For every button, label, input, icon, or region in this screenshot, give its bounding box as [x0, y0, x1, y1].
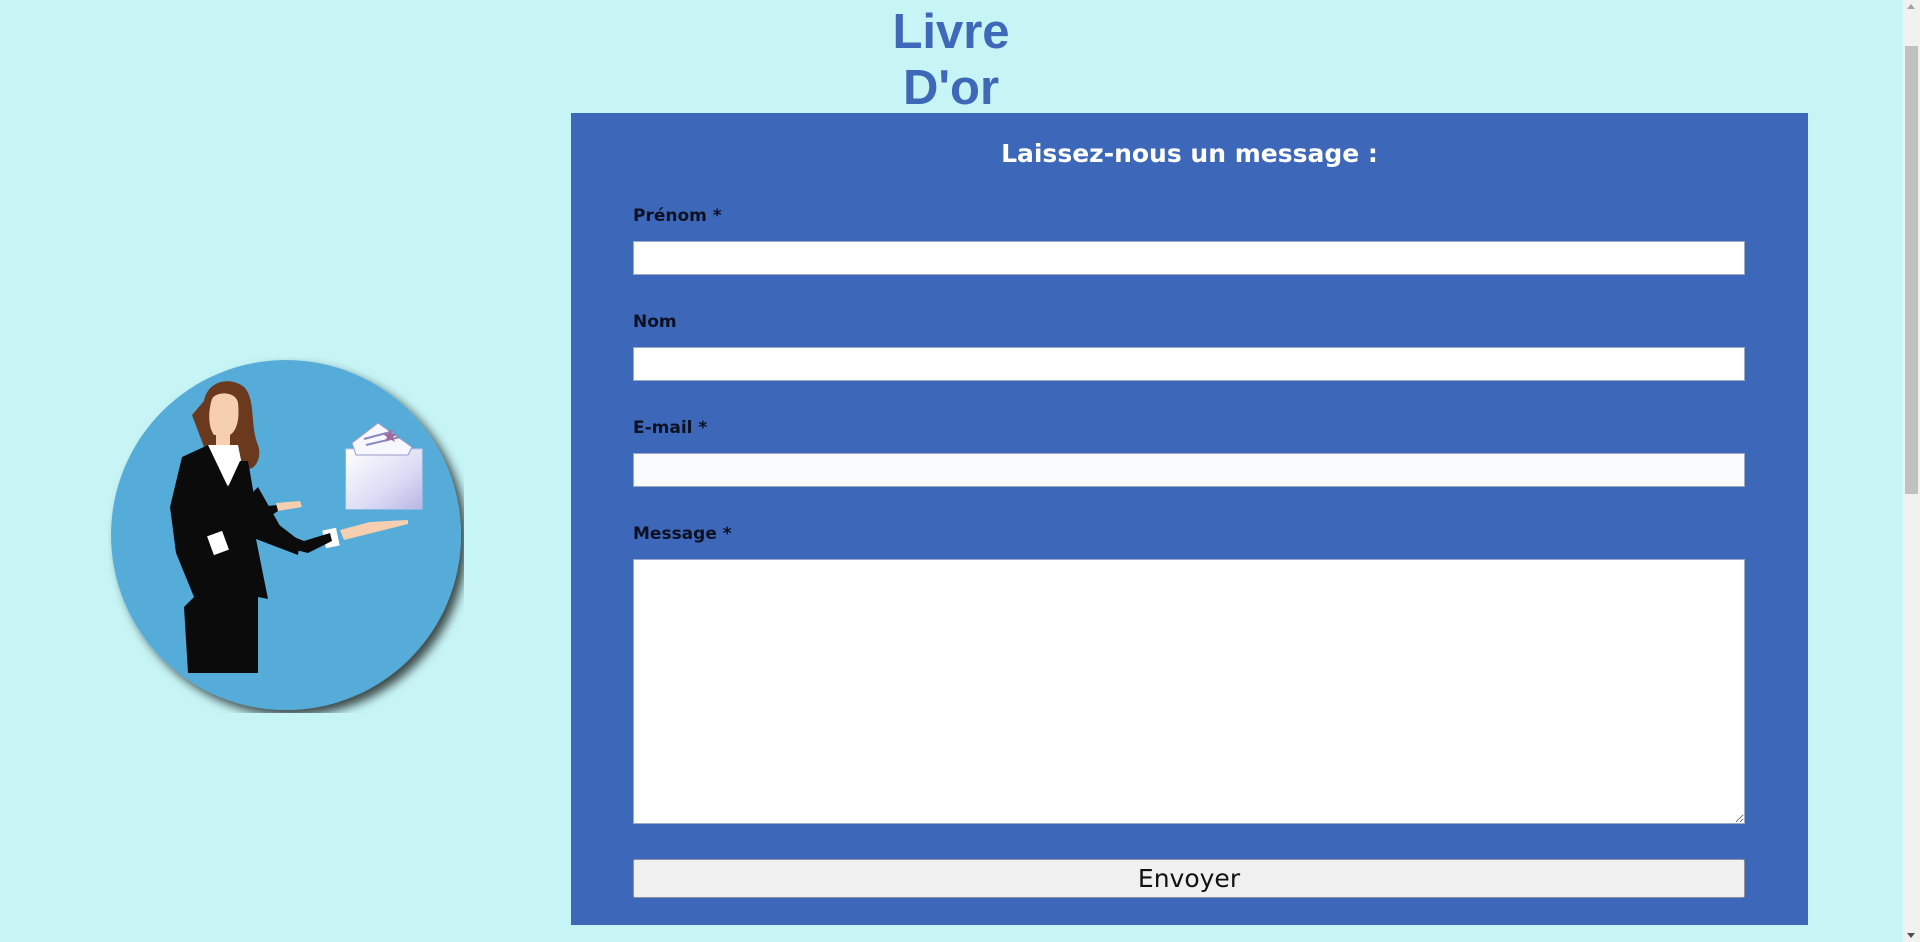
guestbook-form: Laissez-nous un message : Prénom * Nom E…	[571, 113, 1808, 925]
scroll-up-arrow-icon[interactable]	[1907, 4, 1915, 9]
email-input[interactable]	[633, 453, 1745, 487]
nom-label: Nom	[633, 312, 677, 332]
scrollbar-thumb[interactable]	[1905, 46, 1918, 494]
page: Livre D'or Laissez-nous un message: Pré…	[0, 0, 1920, 942]
nom-input[interactable]	[633, 347, 1745, 381]
prenom-label: Prénom *	[633, 206, 722, 226]
vertical-scrollbar[interactable]	[1903, 0, 1920, 942]
prenom-input[interactable]	[633, 241, 1745, 275]
message-label: Message *	[633, 524, 732, 544]
envoyer-button[interactable]: Envoyer	[633, 859, 1745, 898]
form-heading: Laissez-nous un message :	[1001, 139, 1378, 168]
face-shape	[209, 393, 239, 435]
page-title: Livre D'or	[892, 5, 1010, 115]
scroll-down-arrow-icon[interactable]	[1907, 933, 1915, 938]
email-label: E-mail *	[633, 418, 708, 438]
businesswoman-envelope-illustration	[111, 360, 461, 710]
message-textarea[interactable]	[633, 559, 1745, 824]
